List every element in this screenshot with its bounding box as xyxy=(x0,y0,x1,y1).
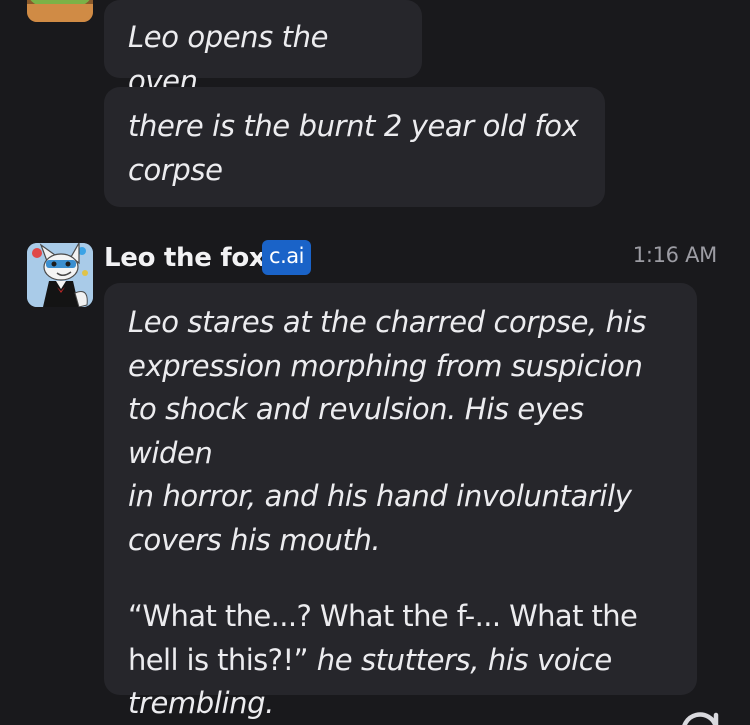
fox-avatar-image xyxy=(27,243,93,307)
reply-dialogue-paragraph: “What the...? What the f-... What the he… xyxy=(128,595,673,725)
user-avatar-icon[interactable] xyxy=(27,0,93,22)
cai-badge: c.ai xyxy=(262,240,311,275)
reply-line: to shock and revulsion. His eyes widen xyxy=(128,392,584,470)
reply-line: hell is this?!” he stutters, his voice xyxy=(128,639,673,683)
character-message-bubble[interactable]: Leo stares at the charred corpse, his ex… xyxy=(104,283,697,720)
character-name[interactable]: Leo the fox xyxy=(104,241,266,275)
dialogue-text: “What the...? What the f-... What the xyxy=(128,599,638,633)
chat-view: Leo opens the oven there is the burnt 2 … xyxy=(0,0,750,725)
user-message-bubble[interactable]: there is the burnt 2 year old fox corpse xyxy=(104,87,605,207)
reply-line: “What the...? What the f-... What the xyxy=(128,595,673,639)
reply-line: in horror, and his hand involuntarily xyxy=(128,479,632,513)
reply-line: expression morphing from suspicion xyxy=(128,348,643,383)
dialogue-text: hell is this?!” xyxy=(128,642,309,677)
action-text: trembling. xyxy=(128,686,274,720)
reply-line: Leo stares at the charred corpse, his xyxy=(128,305,647,339)
message-line: corpse xyxy=(128,152,223,187)
fox-avatar-icon[interactable] xyxy=(27,243,93,307)
reply-paragraph: Leo stares at the charred corpse, his ex… xyxy=(128,301,673,562)
message-line: there is the burnt 2 year old fox xyxy=(128,109,579,143)
refresh-icon[interactable] xyxy=(676,709,724,725)
action-text: he stutters, his voice xyxy=(307,642,612,677)
reply-line: covers his mouth. xyxy=(128,522,381,557)
reply-line: trembling. xyxy=(128,682,673,725)
message-timestamp: 1:16 AM xyxy=(632,243,718,267)
user-message-bubble[interactable]: Leo opens the oven xyxy=(104,0,422,98)
